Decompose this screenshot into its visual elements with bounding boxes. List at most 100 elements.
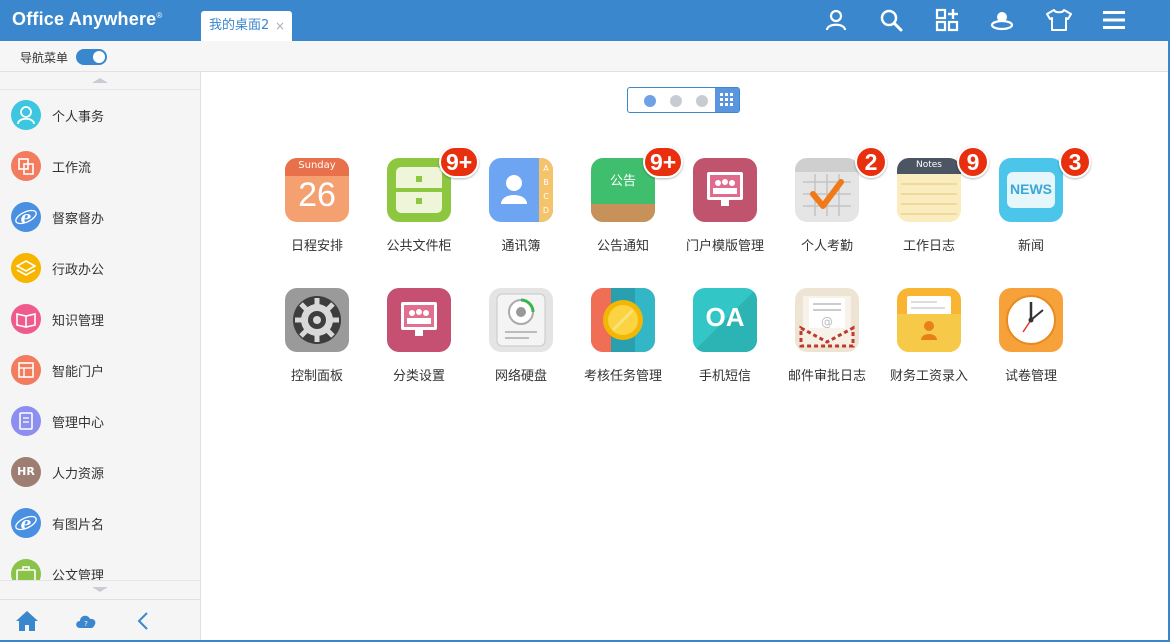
briefcase-icon — [11, 559, 41, 580]
desktop-app-tile[interactable]: 试卷管理 — [981, 288, 1081, 398]
desktop-app-tile[interactable]: Sunday 26 日程安排 — [267, 158, 367, 268]
network-disk-icon — [489, 288, 553, 352]
calendar-day: 26 — [298, 176, 336, 214]
attendance-icon — [795, 158, 859, 222]
sidebar-item[interactable]: 个人事务 — [0, 91, 200, 142]
desktop-app-tile[interactable]: OA 手机短信 — [675, 288, 775, 398]
sidebar-item-label: 有图片名 — [52, 518, 105, 533]
notes-header-text: Notes — [916, 160, 942, 170]
book-icon — [11, 304, 41, 334]
address-book-icon: ABCD — [489, 158, 553, 222]
tab-label: 我的桌面2 — [209, 18, 270, 33]
sidebar-item[interactable]: 知识管理 — [0, 295, 200, 346]
sidebar-item[interactable]: 管理中心 — [0, 397, 200, 448]
sidebar-item-label: 知识管理 — [52, 314, 105, 329]
sidebar-item-label: 人力资源 — [52, 467, 105, 482]
desktop-app-tile[interactable]: 公共文件柜 9+ — [369, 146, 480, 268]
address-tab-letter: D — [542, 206, 550, 215]
desktop-app-tile[interactable]: 分类设置 — [369, 288, 469, 398]
sidebar-item-label: 个人事务 — [52, 110, 105, 125]
settings-gear-icon — [285, 288, 349, 352]
address-tab-letter: C — [543, 192, 549, 201]
desktop-app-tile[interactable]: 门户模版管理 — [675, 158, 775, 268]
nav-menu-toggle[interactable] — [76, 49, 107, 65]
calendar-weekday: Sunday — [298, 160, 336, 171]
app-window: Office Anywhere® 我的桌面2 × 导航菜单 个人事务 工作流 e… — [0, 0, 1170, 642]
sidebar-item[interactable]: HR 人力资源 — [0, 448, 200, 499]
desktop-app-tile[interactable]: Notes 工作日志 9 — [879, 146, 989, 268]
sidebar-footer: ? — [0, 599, 200, 640]
svg-text:?: ? — [84, 620, 88, 628]
logo: Office Anywhere® — [12, 9, 163, 29]
desktop-app-tile[interactable]: 财务工资录入 — [879, 288, 979, 398]
chevron-up-icon — [92, 78, 108, 83]
tab-my-desktop[interactable]: 我的桌面2 × — [201, 11, 292, 41]
desktop-app-label: 试卷管理 — [1004, 369, 1057, 384]
pager-dot-1[interactable] — [644, 95, 656, 107]
desktop-app-tile[interactable]: @ 邮件审批日志 — [777, 288, 877, 398]
desktop-pager — [627, 87, 740, 113]
desktop-area: Sunday 26 日程安排 公共文件柜 9+ A B C D 通讯簿 公告 公告通知 9+ 门户模版管理… — [201, 72, 1168, 640]
sidebar-item-label: 智能门户 — [52, 365, 105, 380]
top-bar: Office Anywhere® 我的桌面2 × — [0, 0, 1170, 41]
notice-board-text: 公告 — [609, 174, 636, 189]
sidebar-scroll-up[interactable] — [0, 72, 200, 90]
menu-icon[interactable] — [1102, 8, 1126, 32]
home-icon[interactable] — [15, 610, 39, 632]
sidebar-item[interactable]: e 督察督办 — [0, 193, 200, 244]
user-icon[interactable] — [824, 8, 848, 32]
medal-icon — [591, 288, 655, 352]
ie-icon: e — [11, 508, 41, 538]
sidebar-item-label: 管理中心 — [52, 416, 105, 431]
sidebar-scroll-down[interactable] — [0, 580, 200, 598]
sidebar-item-label: 行政办公 — [52, 263, 105, 278]
desktop-app-tile[interactable]: 考核任务管理 — [573, 288, 673, 398]
sidebar-item[interactable]: 工作流 — [0, 142, 200, 193]
person-icon — [11, 100, 41, 130]
search-icon[interactable] — [879, 8, 903, 32]
sidebar-item[interactable]: 公文管理 — [0, 550, 200, 580]
layers-icon — [11, 253, 41, 283]
desktop-app-tile[interactable]: 公告 公告通知 9+ — [573, 146, 684, 268]
sidebar-menu: 个人事务工作流 e 督察督办行政办公知识管理智能门户管理中心 HR 人力资源 e 有图片名公… — [0, 91, 200, 580]
oa-sms-icon: OA — [693, 288, 757, 352]
sidebar-item[interactable]: 智能门户 — [0, 346, 200, 397]
sidebar-item-label: 公文管理 — [52, 569, 105, 580]
cloud-help-icon[interactable]: ? — [74, 610, 98, 632]
portal-icon — [11, 355, 41, 385]
workflow-icon — [11, 151, 41, 181]
sub-header: 导航菜单 — [0, 41, 1168, 72]
sidebar: 个人事务工作流 e 督察督办行政办公知识管理智能门户管理中心 HR 人力资源 e 有图片名公… — [0, 72, 201, 640]
collapse-arrow-icon[interactable] — [131, 610, 155, 632]
svg-text:@: @ — [821, 315, 833, 329]
payroll-icon — [897, 288, 961, 352]
pager-dot-2[interactable] — [670, 95, 682, 107]
clock-icon — [999, 288, 1063, 352]
sidebar-item-label: 督察督办 — [52, 212, 105, 227]
mail-envelope-icon: @ — [795, 288, 859, 352]
desktop-app-tile[interactable]: 网络硬盘 — [471, 288, 571, 398]
category-settings-icon — [387, 288, 451, 352]
sidebar-item[interactable]: e 有图片名 — [0, 499, 200, 550]
apps-add-icon[interactable] — [935, 8, 959, 32]
sidebar-item[interactable]: 行政办公 — [0, 244, 200, 295]
tab-close-icon[interactable]: × — [275, 11, 285, 41]
desktop-app-tile[interactable]: 控制面板 — [267, 288, 367, 398]
skin-shirt-icon[interactable] — [1046, 8, 1072, 32]
pager-dot-3[interactable] — [696, 95, 708, 107]
address-tab-letter: A — [543, 164, 549, 173]
nav-menu-label: 导航菜单 — [20, 51, 69, 65]
desktop-app-label: 新闻 — [1017, 239, 1044, 254]
portal-template-icon — [693, 158, 757, 222]
calendar-icon: Sunday 26 — [285, 158, 349, 222]
news-icon: NEWS — [999, 158, 1063, 222]
desktop-app-tile[interactable]: NEWS 新闻 3 — [981, 146, 1091, 268]
notes-icon: Notes — [897, 158, 961, 222]
oa-text: OA — [705, 302, 745, 332]
grid-view-icon[interactable] — [715, 88, 739, 112]
desktop-app-tile[interactable]: 个人考勤 2 — [777, 146, 887, 268]
chevron-down-icon — [92, 587, 108, 592]
cloud-avatar-icon[interactable] — [990, 8, 1014, 32]
desktop-app-tile[interactable]: A B C D 通讯簿 — [471, 158, 571, 268]
ie-icon: e — [11, 202, 41, 232]
